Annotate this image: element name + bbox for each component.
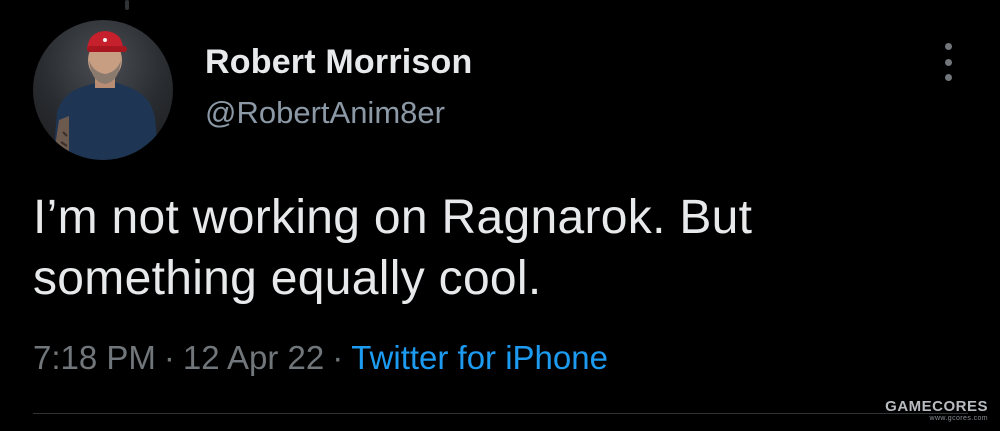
divider	[33, 413, 968, 414]
more-options-button[interactable]	[936, 43, 960, 81]
meta-separator: ·	[163, 339, 175, 376]
watermark: GAMECORES www.gcores.com	[885, 399, 988, 423]
tweet-date[interactable]: 12 Apr 22	[183, 339, 324, 376]
tweet-time[interactable]: 7:18 PM	[33, 339, 156, 376]
watermark-url: www.gcores.com	[929, 415, 988, 422]
more-vertical-icon	[944, 43, 952, 50]
thread-connector-line	[125, 0, 129, 10]
tweet-source-link[interactable]: Twitter for iPhone	[351, 339, 608, 376]
watermark-brand: GAMECORES	[885, 398, 988, 415]
author-names: Robert Morrison @RobertAnim8er	[205, 42, 472, 131]
author-display-name[interactable]: Robert Morrison	[205, 42, 472, 82]
more-vertical-icon-dot	[944, 74, 952, 81]
avatar[interactable]	[33, 20, 173, 160]
tweet-metadata: 7:18 PM · 12 Apr 22 · Twitter for iPhone	[33, 338, 608, 378]
profile-photo-avatar-icon	[53, 31, 159, 160]
meta-separator: ·	[332, 339, 344, 376]
tweet-text: I’m not working on Ragnarok. But somethi…	[33, 191, 753, 305]
tweet-header: Robert Morrison @RobertAnim8er	[33, 20, 968, 160]
author-handle[interactable]: @RobertAnim8er	[205, 95, 472, 131]
more-vertical-icon-dot	[944, 58, 952, 66]
